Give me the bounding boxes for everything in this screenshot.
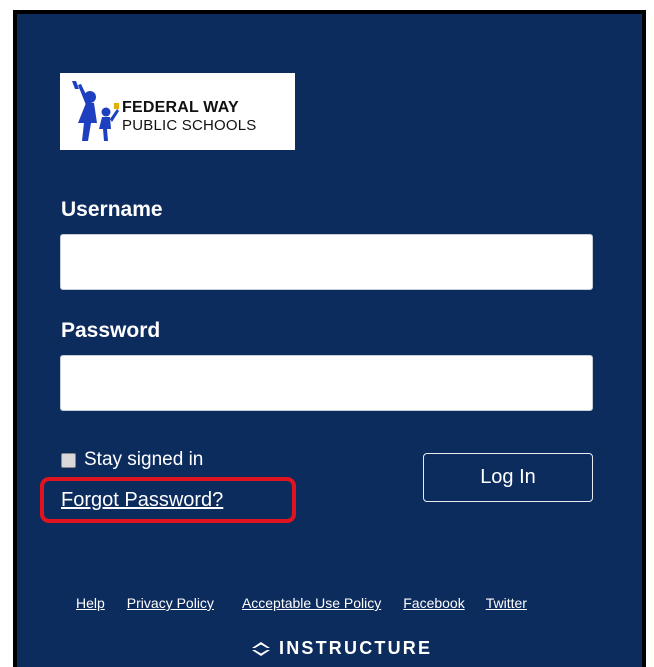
username-label: Username xyxy=(61,198,163,221)
instructure-logo-icon xyxy=(252,641,270,656)
login-button[interactable]: Log In xyxy=(423,453,593,502)
school-logo-icon xyxy=(72,81,119,141)
logo-text-line2: PUBLIC SCHOOLS xyxy=(122,117,257,134)
highlight-box xyxy=(40,477,296,523)
school-logo: FEDERAL WAY PUBLIC SCHOOLS xyxy=(60,73,295,150)
username-input[interactable] xyxy=(60,234,593,290)
footer-link-acceptable-use-policy[interactable]: Acceptable Use Policy xyxy=(242,595,381,611)
instructure-brand-label: INSTRUCTURE xyxy=(279,638,433,658)
stay-signed-in-row: Stay signed in xyxy=(61,449,203,471)
stay-signed-in-checkbox[interactable] xyxy=(61,452,76,468)
footer-link-twitter[interactable]: Twitter xyxy=(486,595,527,611)
footer-links: Help Privacy Policy Acceptable Use Polic… xyxy=(76,595,527,611)
footer-link-privacy-policy[interactable]: Privacy Policy xyxy=(127,595,214,611)
password-input[interactable] xyxy=(60,355,593,411)
instructure-brand[interactable]: INSTRUCTURE xyxy=(252,638,432,659)
password-label: Password xyxy=(61,319,161,342)
logo-text-line1: FEDERAL WAY xyxy=(122,99,239,116)
footer-link-facebook[interactable]: Facebook xyxy=(403,595,464,611)
footer-link-help[interactable]: Help xyxy=(76,595,105,611)
stay-signed-in-label[interactable]: Stay signed in xyxy=(84,449,203,471)
